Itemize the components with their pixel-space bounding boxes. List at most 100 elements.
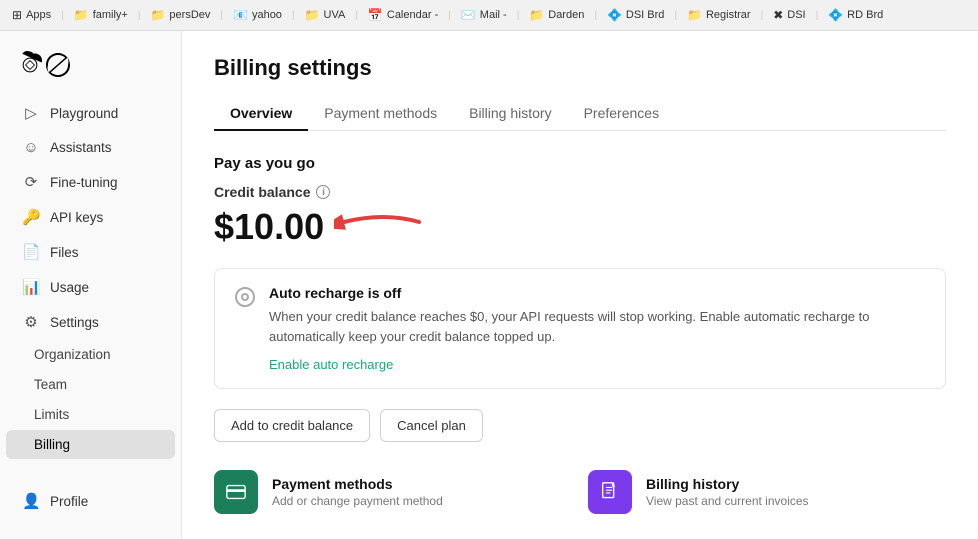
enable-auto-recharge-link[interactable]: Enable auto recharge: [269, 357, 393, 372]
content-inner: Billing settings Overview Payment method…: [182, 31, 978, 538]
family-tab-label: family+: [93, 9, 128, 21]
payment-methods-card-title: Payment methods: [272, 476, 443, 492]
recharge-content: Auto recharge is off When your credit ba…: [269, 285, 925, 372]
browser-tab-dsibrd[interactable]: 💠 DSI Brd: [603, 6, 668, 24]
payment-methods-card-text: Payment methods Add or change payment me…: [272, 476, 443, 508]
sidebar-item-files[interactable]: 📄 Files: [6, 235, 175, 269]
tab-payment-methods-label: Payment methods: [324, 105, 437, 121]
sidebar-item-profile[interactable]: 👤 Profile: [6, 484, 175, 518]
sidebar-item-team[interactable]: Team: [6, 370, 175, 399]
sidebar-label-limits: Limits: [34, 407, 69, 422]
browser-tab-mail[interactable]: ✉️ Mail -: [457, 6, 511, 24]
payment-methods-card-desc: Add or change payment method: [272, 494, 443, 508]
sidebar-item-limits[interactable]: Limits: [6, 400, 175, 429]
uva-folder-icon: 📁: [305, 8, 320, 22]
sidebar-label-team: Team: [34, 377, 67, 392]
apps-tab-label: Apps: [26, 9, 51, 21]
cards-row: Payment methods Add or change payment me…: [214, 470, 946, 514]
sidebar-navigation: ▷ Playground ☺ Assistants ⟳ Fine-tuning …: [0, 95, 181, 475]
dsi-tab-label: DSI: [787, 9, 805, 21]
sidebar-label-fine-tuning: Fine-tuning: [50, 175, 118, 190]
recharge-icon-inner: [241, 293, 249, 301]
openai-logo-icon: [16, 51, 44, 79]
browser-tab-persdev[interactable]: 📁 persDev: [146, 6, 214, 24]
tab-billing-history[interactable]: Billing history: [453, 97, 567, 131]
billing-history-card-desc: View past and current invoices: [646, 494, 809, 508]
folder-icon: 📁: [74, 8, 89, 22]
dsibrd-tab-label: DSI Brd: [626, 9, 665, 21]
browser-bar: ⊞ Apps | 📁 family+ | 📁 persDev | 📧 yahoo…: [0, 0, 978, 31]
fine-tuning-icon: ⟳: [22, 173, 40, 191]
calendar-icon: 📅: [368, 8, 383, 22]
credit-balance-text: Credit balance: [214, 184, 310, 200]
darden-folder-icon: 📁: [529, 8, 544, 22]
browser-tab-apps[interactable]: ⊞ Apps: [8, 6, 55, 24]
cancel-plan-button[interactable]: Cancel plan: [380, 409, 483, 442]
browser-tab-uva[interactable]: 📁 UVA: [301, 6, 350, 24]
sidebar-label-assistants: Assistants: [50, 140, 112, 155]
sidebar-item-usage[interactable]: 📊 Usage: [6, 270, 175, 304]
payment-methods-card[interactable]: Payment methods Add or change payment me…: [214, 470, 572, 514]
sidebar-label-profile: Profile: [50, 494, 88, 509]
billing-history-card-title: Billing history: [646, 476, 809, 492]
folder-icon-2: 📁: [150, 8, 165, 22]
rdbrd-icon: 💠: [828, 8, 843, 22]
tab-overview[interactable]: Overview: [214, 97, 308, 131]
sidebar-item-organization[interactable]: Organization: [6, 340, 175, 369]
credit-amount: $10.00: [214, 206, 324, 248]
sidebar: ▷ Playground ☺ Assistants ⟳ Fine-tuning …: [0, 31, 182, 539]
calendar-tab-label: Calendar -: [387, 9, 438, 21]
browser-tab-darden[interactable]: 📁 Darden: [525, 6, 588, 24]
main-content: Billing settings Overview Payment method…: [182, 31, 978, 539]
browser-tab-registrar[interactable]: 📁 Registrar: [683, 6, 755, 24]
credit-card-icon: [225, 481, 247, 503]
payment-methods-icon-box: [214, 470, 258, 514]
browser-tab-rdbrd[interactable]: 💠 RD Brd: [824, 6, 887, 24]
document-icon: [599, 481, 621, 503]
sidebar-label-usage: Usage: [50, 280, 89, 295]
browser-tab-calendar[interactable]: 📅 Calendar -: [364, 6, 442, 24]
billing-history-card-text: Billing history View past and current in…: [646, 476, 809, 508]
sidebar-item-assistants[interactable]: ☺ Assistants: [6, 131, 175, 164]
sidebar-label-api-keys: API keys: [50, 210, 103, 225]
tab-preferences[interactable]: Preferences: [568, 97, 675, 131]
recharge-off-icon: [235, 287, 255, 307]
app-container: ▷ Playground ☺ Assistants ⟳ Fine-tuning …: [0, 31, 978, 539]
sidebar-label-playground: Playground: [50, 106, 118, 121]
sidebar-item-api-keys[interactable]: 🔑 API keys: [6, 200, 175, 234]
rdbrd-tab-label: RD Brd: [847, 9, 883, 21]
info-icon[interactable]: i: [316, 185, 330, 199]
browser-tab-yahoo[interactable]: 📧 yahoo: [229, 6, 286, 24]
add-credit-button[interactable]: Add to credit balance: [214, 409, 370, 442]
registrar-tab-label: Registrar: [706, 9, 751, 21]
recharge-description: When your credit balance reaches $0, you…: [269, 307, 925, 346]
yahoo-icon: 📧: [233, 8, 248, 22]
sidebar-label-files: Files: [50, 245, 79, 260]
settings-icon: ⚙: [22, 313, 40, 331]
arrow-annotation: [334, 202, 424, 242]
browser-tab-dsi[interactable]: ✖ DSI: [769, 6, 809, 24]
sidebar-label-organization: Organization: [34, 347, 111, 362]
arrow-svg: [334, 202, 424, 242]
sidebar-item-fine-tuning[interactable]: ⟳ Fine-tuning: [6, 165, 175, 199]
apps-icon: ⊞: [12, 8, 22, 22]
registrar-folder-icon: 📁: [687, 8, 702, 22]
credit-amount-row: $10.00: [214, 206, 946, 248]
tab-overview-label: Overview: [230, 105, 292, 121]
assistants-icon: ☺: [22, 139, 40, 156]
logo-area[interactable]: [0, 43, 181, 95]
page-title: Billing settings: [214, 55, 946, 81]
sidebar-item-billing[interactable]: Billing: [6, 430, 175, 459]
sidebar-bottom: 👤 Profile: [0, 475, 181, 527]
sidebar-item-settings[interactable]: ⚙ Settings: [6, 305, 175, 339]
browser-tab-family[interactable]: 📁 family+: [70, 6, 132, 24]
tabs-bar: Overview Payment methods Billing history…: [214, 97, 946, 131]
sidebar-label-settings: Settings: [50, 315, 99, 330]
mail-icon: ✉️: [461, 8, 476, 22]
section-title: Pay as you go: [214, 155, 946, 172]
sidebar-item-playground[interactable]: ▷ Playground: [6, 96, 175, 130]
tab-payment-methods[interactable]: Payment methods: [308, 97, 453, 131]
billing-history-card[interactable]: Billing history View past and current in…: [588, 470, 946, 514]
uva-tab-label: UVA: [324, 9, 346, 21]
tab-preferences-label: Preferences: [584, 105, 659, 121]
